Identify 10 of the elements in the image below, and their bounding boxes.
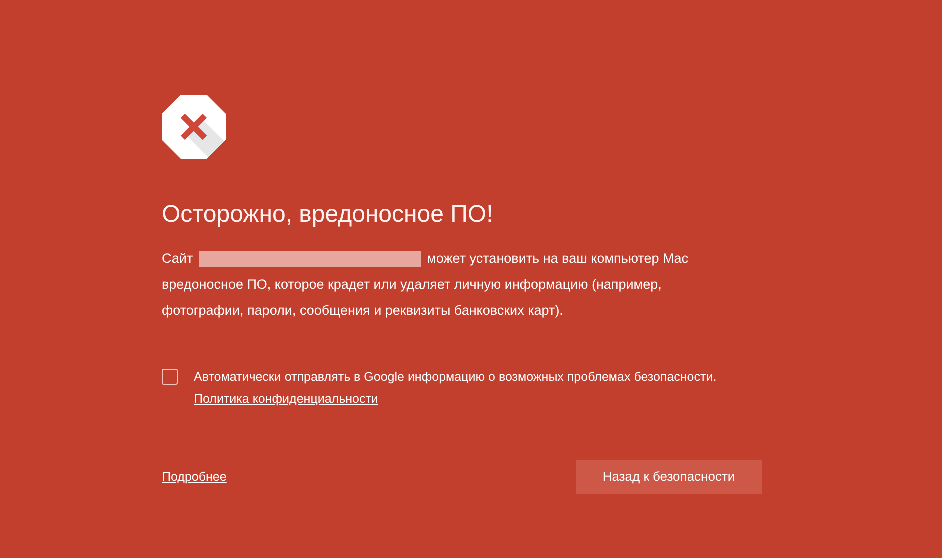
privacy-policy-link[interactable]: Политика конфиденциальности bbox=[194, 388, 378, 410]
back-to-safety-button[interactable]: Назад к безопасности bbox=[576, 460, 762, 494]
error-icon bbox=[162, 95, 226, 159]
warning-title: Осторожно, вредоносное ПО! bbox=[162, 200, 494, 230]
details-link[interactable]: Подробнее bbox=[162, 468, 227, 486]
warning-description: вредоносное ПО, которое крадет или удаляет личную информацию (например, фотографии, пароли, сообщения и реквизиты банковских карт). bbox=[162, 276, 663, 320]
site-label: Сайт bbox=[162, 250, 194, 268]
warning-description: может установить на ваш компьютер Mac bbox=[427, 250, 688, 268]
report-checkbox[interactable] bbox=[162, 369, 178, 385]
report-label: Автоматически отправлять в Google информацию о возможных проблемах безопасности. bbox=[194, 369, 717, 386]
